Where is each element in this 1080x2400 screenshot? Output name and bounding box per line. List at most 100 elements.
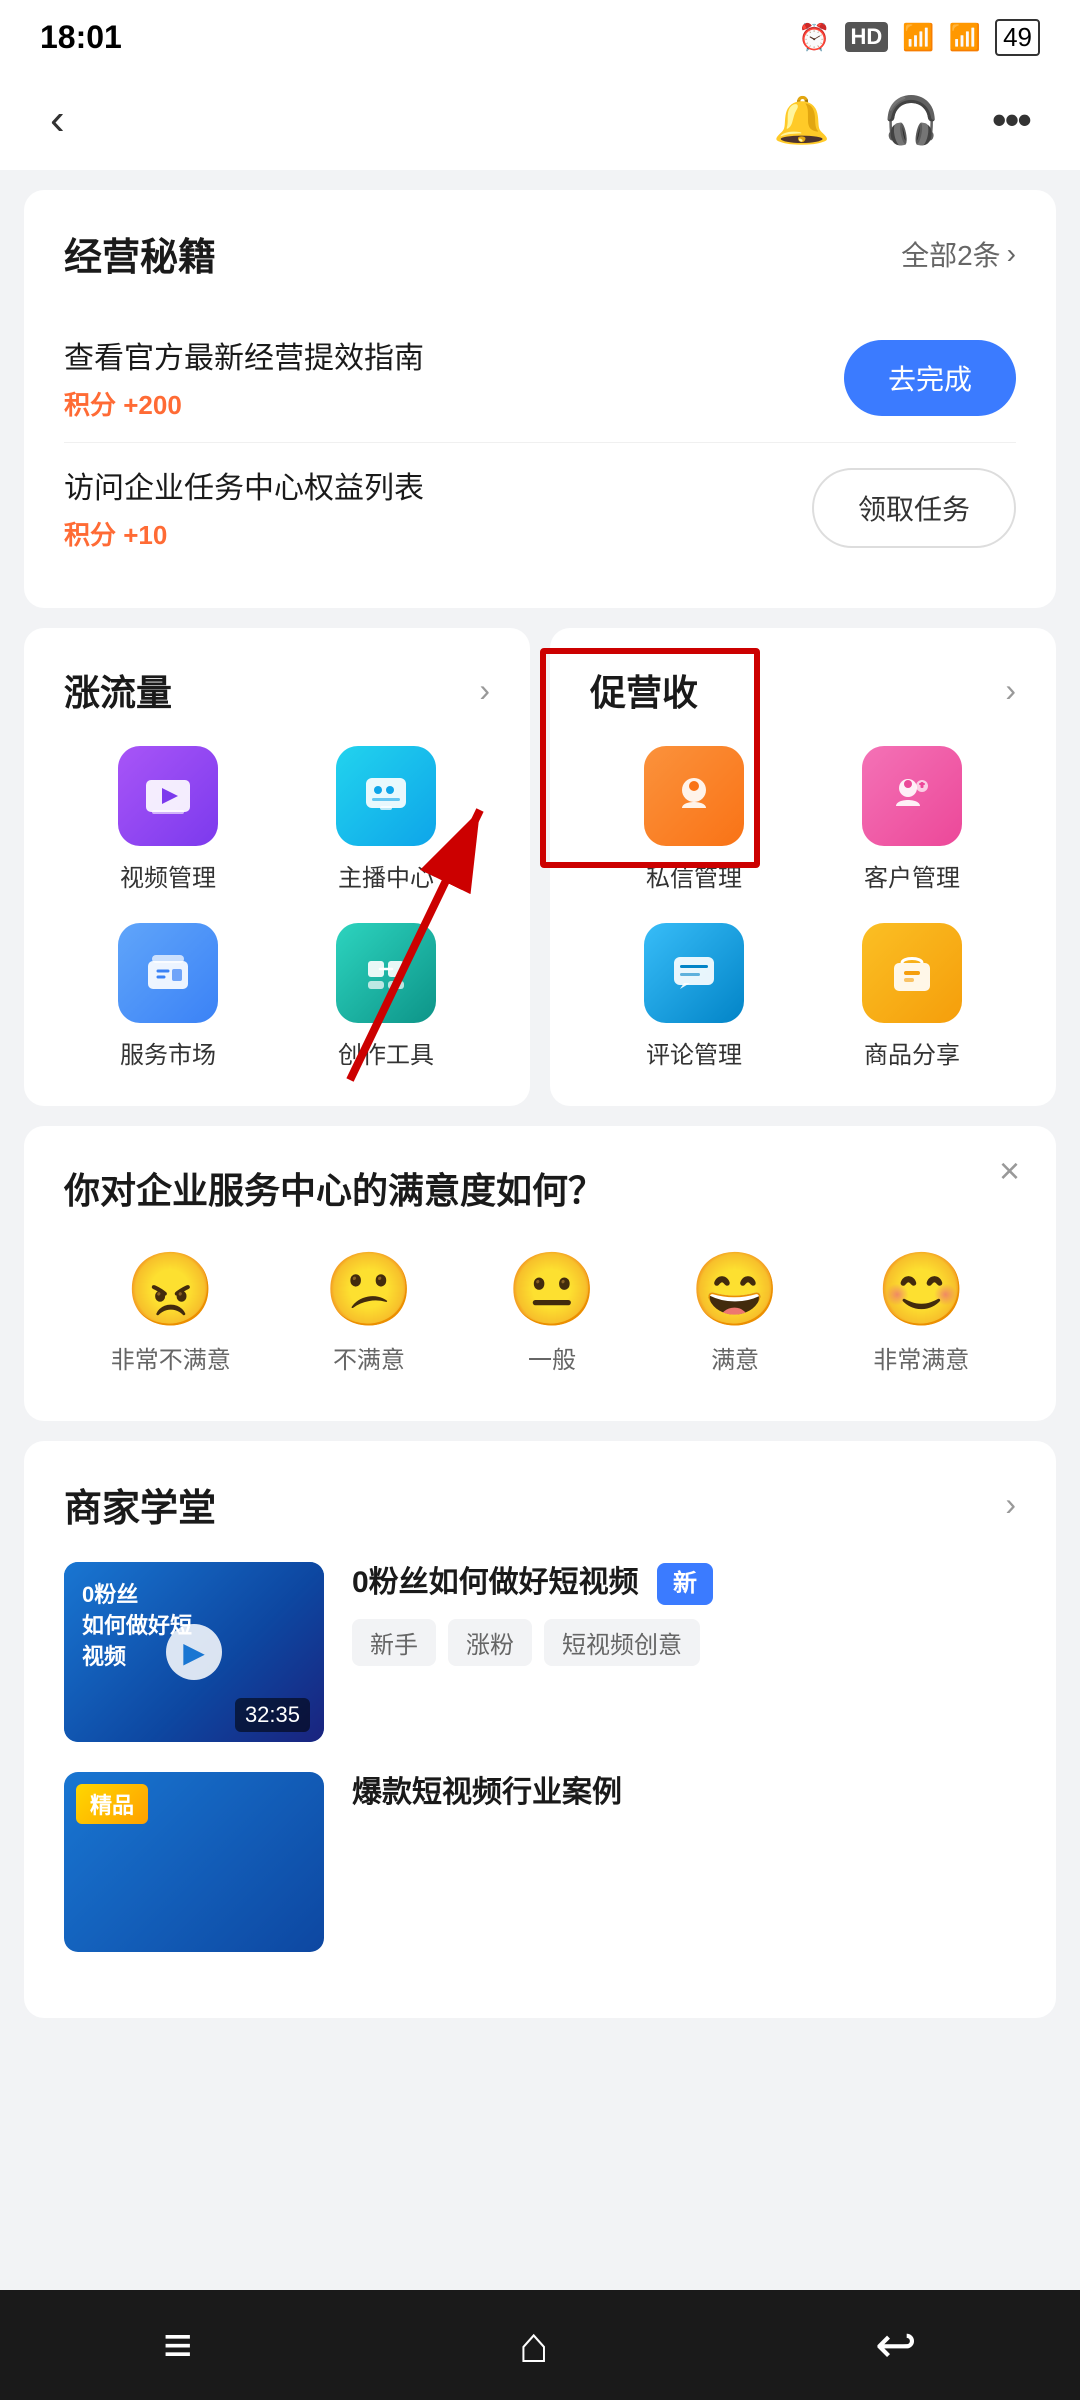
emoji-item-satisfied[interactable]: 😄 满意 [690,1254,780,1375]
two-col-section: 涨流量 › 视频管理 [24,628,1056,1106]
home-icon[interactable]: ⌂ [519,2316,549,2374]
neutral-label: 一般 [528,1340,576,1375]
video-play-button-1[interactable]: ▶ [166,1624,222,1680]
bottom-nav: ≡ ⌂ ↩ [0,2290,1080,2400]
wifi-icon: 📶 [949,22,981,53]
chevron-right-icon: › [1007,238,1016,270]
back-nav-icon[interactable]: ↩ [875,2316,917,2374]
customer-mgmt-label: 客户管理 [864,858,960,893]
video-thumb-1: 0粉丝如何做好短视频 ▶ 32:35 [64,1562,324,1742]
very-satisfied-emoji: 😊 [876,1254,966,1326]
jingying-title: 经营秘籍 [64,226,216,281]
video-title-1: 0粉丝如何做好短视频 新 [352,1562,1016,1605]
zhangliu-arrow[interactable]: › [479,672,490,709]
service-market-label: 服务市场 [120,1035,216,1070]
school-arrow[interactable]: › [1005,1486,1016,1523]
icon-item-customer-mgmt[interactable]: 客户管理 [808,746,1016,893]
neutral-emoji: 😐 [507,1254,597,1326]
comment-mgmt-icon [644,923,744,1023]
video-item-1[interactable]: 0粉丝如何做好短视频 ▶ 32:35 0粉丝如何做好短视频 新 新手 涨粉 短视… [64,1562,1016,1742]
cuyingshou-card: 促营收 › 私信管理 [550,628,1056,1106]
emoji-item-neutral[interactable]: 😐 一般 [507,1254,597,1375]
cuyingshou-title: 促营收 [590,664,698,716]
emoji-item-dissatisfied[interactable]: 😕 不满意 [324,1254,414,1375]
product-share-label: 商品分享 [864,1035,960,1070]
badge-new-1: 新 [657,1563,713,1605]
zhangliu-header: 涨流量 › [64,664,490,716]
zhangliu-icon-grid: 视频管理 主播中心 [64,746,490,1070]
creation-tools-icon [336,923,436,1023]
badge-premium: 精品 [76,1784,148,1824]
survey-card: × 你对企业服务中心的满意度如何？ 😠 非常不满意 😕 不满意 😐 一般 😄 满… [24,1126,1056,1421]
video-duration-1: 32:35 [235,1698,310,1732]
tag-newbie: 新手 [352,1619,436,1666]
headset-icon[interactable]: 🎧 [883,93,940,148]
task-points-2: 积分 +10 [64,515,812,552]
icon-item-service-market[interactable]: 服务市场 [64,923,272,1070]
jingying-header: 经营秘籍 全部2条 › [64,226,1016,281]
private-msg-icon [644,746,744,846]
zhangliu-card: 涨流量 › 视频管理 [24,628,530,1106]
task-points-1: 积分 +200 [64,385,844,422]
tag-growfans: 涨粉 [448,1619,532,1666]
status-bar: 18:01 ⏰ HD 📶 📶 49 [0,0,1080,70]
dissatisfied-emoji: 😕 [324,1254,414,1326]
task-item-1: 查看官方最新经营提效指南 积分 +200 去完成 [64,313,1016,442]
emoji-item-very-dissatisfied[interactable]: 😠 非常不满意 [111,1254,231,1375]
cuyingshou-arrow[interactable]: › [1005,672,1016,709]
very-dissatisfied-label: 非常不满意 [111,1340,231,1375]
customer-mgmt-icon [862,746,962,846]
icon-item-private-msg[interactable]: 私信管理 [590,746,798,893]
survey-title: 你对企业服务中心的满意度如何？ [64,1162,1016,1214]
product-share-icon [862,923,962,1023]
cuyingshou-icon-grid: 私信管理 客户管理 [590,746,1016,1070]
video-info-2: 爆款短视频行业案例 [352,1772,1016,1828]
status-icons: ⏰ HD 📶 📶 49 [798,19,1040,56]
creation-tools-label: 创作工具 [338,1035,434,1070]
video-mgmt-icon [118,746,218,846]
very-dissatisfied-emoji: 😠 [126,1254,216,1326]
zhangliu-title: 涨流量 [64,664,172,716]
header-nav: ‹ 🔔 🎧 ••• [0,70,1080,170]
complete-button-1[interactable]: 去完成 [844,340,1016,416]
notification-icon[interactable]: 🔔 [773,93,830,148]
menu-icon[interactable]: ≡ [163,2316,192,2374]
merchant-school-card: 商家学堂 › 0粉丝如何做好短视频 ▶ 32:35 0粉丝如何做好短视频 新 新… [24,1441,1056,2018]
jingying-all-link[interactable]: 全部2条 › [901,234,1016,274]
satisfied-label: 满意 [711,1340,759,1375]
alarm-icon: ⏰ [798,22,830,53]
school-header: 商家学堂 › [64,1477,1016,1532]
service-market-icon [118,923,218,1023]
video-title-2: 爆款短视频行业案例 [352,1772,1016,1814]
jingying-card: 经营秘籍 全部2条 › 查看官方最新经营提效指南 积分 +200 去完成 访问企… [24,190,1056,608]
icon-item-anchor[interactable]: 主播中心 [282,746,490,893]
anchor-icon [336,746,436,846]
icon-item-video-mgmt[interactable]: 视频管理 [64,746,272,893]
video-info-1: 0粉丝如何做好短视频 新 新手 涨粉 短视频创意 [352,1562,1016,1666]
battery-icon: 49 [995,19,1040,56]
tag-shortvideo: 短视频创意 [544,1619,700,1666]
video-thumb-2: 精品 [64,1772,324,1952]
status-time: 18:01 [40,19,122,56]
survey-close-button[interactable]: × [999,1150,1020,1192]
task-item-2: 访问企业任务中心权益列表 积分 +10 领取任务 [64,442,1016,572]
task-info-2: 访问企业任务中心权益列表 积分 +10 [64,463,812,552]
icon-item-comment-mgmt[interactable]: 评论管理 [590,923,798,1070]
back-button[interactable]: ‹ [50,95,65,145]
very-satisfied-label: 非常满意 [873,1340,969,1375]
more-icon[interactable]: ••• [992,96,1030,144]
emoji-item-very-satisfied[interactable]: 😊 非常满意 [873,1254,969,1375]
receive-button-1[interactable]: 领取任务 [812,468,1016,548]
icon-item-creation-tools[interactable]: 创作工具 [282,923,490,1070]
signal-icon: 📶 [902,22,934,53]
task-name-1: 查看官方最新经营提效指南 [64,333,844,377]
task-info-1: 查看官方最新经营提效指南 积分 +200 [64,333,844,422]
school-title: 商家学堂 [64,1477,216,1532]
video-item-2[interactable]: 精品 爆款短视频行业案例 [64,1772,1016,1952]
dissatisfied-label: 不满意 [333,1340,405,1375]
comment-mgmt-label: 评论管理 [646,1035,742,1070]
anchor-label: 主播中心 [338,858,434,893]
video-mgmt-label: 视频管理 [120,858,216,893]
icon-item-product-share[interactable]: 商品分享 [808,923,1016,1070]
private-msg-label: 私信管理 [646,858,742,893]
